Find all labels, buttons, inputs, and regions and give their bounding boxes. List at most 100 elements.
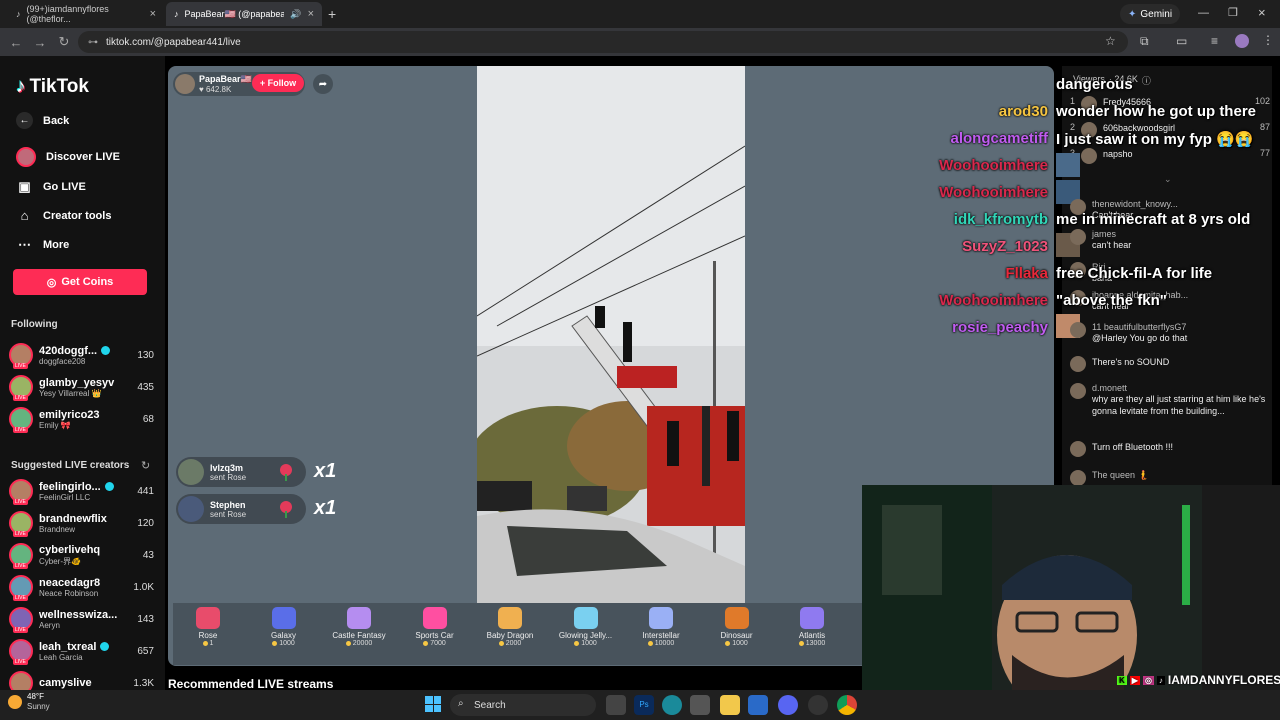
- recommended-heading: Recommended LIVE streams: [168, 677, 334, 691]
- top-viewer-row[interactable]: 3napsho77: [1070, 148, 1270, 164]
- temperature: 48°F: [27, 692, 44, 701]
- close-tab-icon[interactable]: ×: [150, 8, 156, 20]
- creator-item[interactable]: LIVE cyberlivehq Cyber-界🐠 43: [9, 541, 154, 569]
- overlay-message: dangerous: [1056, 76, 1133, 93]
- logo-text: TikTok: [29, 76, 89, 97]
- tab-title: (99+)iamdannyflores (@theflor...: [26, 4, 109, 24]
- chat-message[interactable]: There's no SOUND: [1070, 356, 1270, 372]
- photoshop-icon[interactable]: Ps: [634, 695, 654, 715]
- edge-icon[interactable]: [662, 695, 682, 715]
- file-explorer-icon[interactable]: [720, 695, 740, 715]
- chat-message[interactable]: james can't hear: [1070, 229, 1270, 251]
- creator-subtitle: Cyber-界🐠: [39, 556, 81, 566]
- gift-item[interactable]: Rose 1: [173, 607, 243, 663]
- chrome-icon[interactable]: [837, 695, 857, 715]
- creator-item[interactable]: LIVE emilyrico23 Emily 🎀 68: [9, 405, 154, 433]
- creator-name: feelingirlo...: [39, 481, 130, 493]
- gift-item[interactable]: Dinosaur 1000: [702, 607, 772, 663]
- avatar: LIVE: [9, 343, 33, 369]
- creator-name-text: cyberlivehq: [39, 543, 101, 556]
- sidebar-item-back[interactable]: ← Back: [16, 112, 69, 129]
- taskbar-search[interactable]: ⌕ Search: [450, 694, 596, 716]
- tiktok-logo[interactable]: ♪ TikTok: [16, 76, 89, 98]
- tiktok-favicon-icon: ♪: [174, 9, 179, 19]
- chat-message[interactable]: The queen 🧜: [1070, 470, 1270, 486]
- sidebar-item-creator-tools[interactable]: ⌂ Creator tools: [16, 207, 112, 224]
- creator-name-text: emilyrico23: [39, 408, 100, 421]
- info-icon[interactable]: ⓘ: [1142, 74, 1151, 87]
- sidebar-item-go-live[interactable]: ▣ Go LIVE: [16, 178, 85, 195]
- gift-item[interactable]: Sports Car 7000: [400, 607, 470, 663]
- maximize-icon[interactable]: ❐: [1228, 6, 1238, 19]
- back-arrow-icon[interactable]: ←: [4, 35, 28, 50]
- creator-item[interactable]: LIVE feelingirlo... FeelinGirl LLC 441: [9, 477, 154, 505]
- media-control-icon[interactable]: ≡: [1211, 34, 1218, 48]
- creator-name: leah_txreal: [39, 641, 130, 653]
- task-view-icon[interactable]: [606, 695, 626, 715]
- windows-start-icon[interactable]: [425, 696, 441, 712]
- host-avatar[interactable]: [175, 74, 195, 94]
- address-bar[interactable]: ⊶ tiktok.com/@papabear441/live: [78, 31, 1128, 53]
- browser-tab-2[interactable]: ♪ PapaBear🇺🇸 (@papabear44... 🔊 ×: [166, 2, 322, 26]
- bookmark-star-icon[interactable]: ☆: [1105, 34, 1116, 48]
- gemini-button[interactable]: ✦ Gemini: [1120, 4, 1181, 24]
- refresh-icon[interactable]: ↻: [141, 459, 150, 472]
- get-coins-label: Get Coins: [61, 276, 114, 288]
- live-video[interactable]: [477, 66, 745, 603]
- gift-multiplier: x1: [314, 497, 337, 519]
- browser-tab-1[interactable]: ♪ (99+)iamdannyflores (@theflor... ×: [8, 2, 164, 26]
- chat-message[interactable]: Turn off Bluetooth !!!: [1070, 441, 1270, 457]
- gift-item[interactable]: Castle Fantasy 20000: [324, 607, 394, 663]
- gift-icon: [347, 607, 371, 629]
- chevron-down-icon[interactable]: ⌄: [1164, 174, 1172, 185]
- creator-info: neacedagr8 Neace Robinson: [39, 577, 130, 598]
- discord-icon[interactable]: [778, 695, 798, 715]
- follow-button[interactable]: + Follow: [252, 74, 304, 92]
- chat-message[interactable]: d.monett why are they all just starring a…: [1070, 383, 1270, 417]
- creator-item[interactable]: LIVE wellnesswiza... Aeryn 143: [9, 605, 154, 633]
- webcam-feed: K ▶ ◎ ♪ IAMDANNYFLORES: [862, 485, 1280, 690]
- share-icon[interactable]: ➦: [313, 74, 333, 94]
- forward-arrow-icon[interactable]: →: [28, 35, 52, 50]
- creator-item[interactable]: LIVE leah_txreal Leah Garcia 657: [9, 637, 154, 665]
- home-icon: ⌂: [20, 208, 29, 223]
- sidebar-item-discover-live[interactable]: Discover LIVE: [16, 147, 120, 167]
- avatar: LIVE: [9, 511, 33, 537]
- gift-multiplier: x1: [314, 460, 337, 482]
- gift-name: Interstellar: [642, 631, 680, 640]
- site-info-icon[interactable]: ⊶: [88, 37, 98, 48]
- creator-name-text: 420doggf...: [39, 344, 98, 357]
- profile-avatar[interactable]: [1235, 34, 1249, 48]
- overlay-username: alongcametiff: [950, 130, 1048, 147]
- outlook-icon[interactable]: [748, 695, 768, 715]
- creator-info: camyslive: [39, 677, 130, 689]
- gift-item[interactable]: Glowing Jelly... 1000: [551, 607, 621, 663]
- gift-item[interactable]: Interstellar 10000: [626, 607, 696, 663]
- creator-item[interactable]: LIVE brandnewflix Brandnew 120: [9, 509, 154, 537]
- gift-item[interactable]: Atlantis 13000: [777, 607, 847, 663]
- suggested-heading: Suggested LIVE creators: [11, 460, 130, 471]
- browser-menu-icon[interactable]: ⋮: [1262, 33, 1274, 47]
- speaker-icon[interactable]: 🔊: [290, 9, 301, 20]
- cast-icon[interactable]: ▭: [1176, 34, 1187, 48]
- creator-item[interactable]: LIVE 420doggf... doggface208 130: [9, 341, 154, 369]
- weather-widget[interactable]: 48°F Sunny: [8, 692, 50, 712]
- avatar: LIVE: [9, 639, 33, 665]
- store-icon[interactable]: [690, 695, 710, 715]
- chat-message[interactable]: 11 beautifulbutterflysG7 @Harley You go d…: [1070, 322, 1270, 344]
- reload-icon[interactable]: ↻: [52, 34, 76, 50]
- extensions-icon[interactable]: ⧉: [1140, 34, 1149, 49]
- viewer-count: 441: [137, 485, 154, 497]
- window-close-icon[interactable]: ×: [1258, 5, 1266, 20]
- sidebar-item-more[interactable]: ⋯ More: [16, 236, 69, 253]
- gift-item[interactable]: Galaxy 1000: [249, 607, 319, 663]
- creator-item[interactable]: LIVE glamby_yesyv Yesy Villarreal 👑 435: [9, 373, 154, 401]
- gift-item[interactable]: Baby Dragon 2000: [475, 607, 545, 663]
- minimize-icon[interactable]: —: [1198, 7, 1209, 19]
- live-badge: LIVE: [13, 563, 28, 569]
- new-tab-button[interactable]: +: [328, 6, 336, 22]
- obs-icon[interactable]: [808, 695, 828, 715]
- creator-item[interactable]: LIVE neacedagr8 Neace Robinson 1.0K: [9, 573, 154, 601]
- get-coins-button[interactable]: ◎ Get Coins: [13, 269, 147, 295]
- close-tab-icon[interactable]: ×: [308, 8, 314, 20]
